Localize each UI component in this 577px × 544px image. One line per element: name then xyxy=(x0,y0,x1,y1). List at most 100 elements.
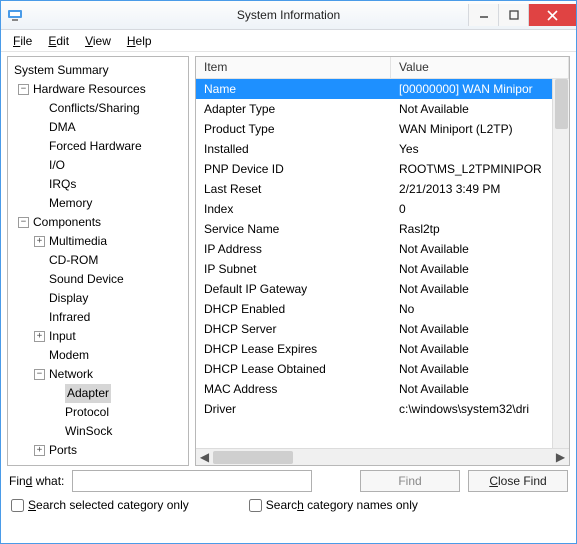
find-label: Find what: xyxy=(9,474,64,488)
list-row[interactable]: Product TypeWAN Miniport (L2TP) xyxy=(196,119,569,139)
tree-item-network[interactable]: −Network xyxy=(34,365,188,384)
scrollbar-thumb[interactable] xyxy=(555,79,568,129)
list-row[interactable]: Driverc:\windows\system32\dri xyxy=(196,399,569,419)
find-bar: Find what: Find Close Find Search select… xyxy=(1,466,576,518)
scrollbar-thumb[interactable] xyxy=(213,451,293,464)
tree-item-multimedia[interactable]: + Multimedia xyxy=(34,232,188,251)
tree-label: Input xyxy=(49,327,76,346)
vertical-scrollbar[interactable] xyxy=(552,79,569,448)
list-row[interactable]: MAC AddressNot Available xyxy=(196,379,569,399)
list-row[interactable]: InstalledYes xyxy=(196,139,569,159)
list-row[interactable]: Name[00000000] WAN Minipor xyxy=(196,79,569,99)
expand-icon[interactable]: + xyxy=(34,236,45,247)
tree-label: Ports xyxy=(49,441,77,460)
tree-item-hardware-resources[interactable]: − Hardware Resources xyxy=(14,80,188,99)
cell-value: WAN Miniport (L2TP) xyxy=(391,122,569,136)
tree-item-memory[interactable]: Memory xyxy=(34,194,188,213)
cell-value: Not Available xyxy=(391,382,569,396)
list-row[interactable]: DHCP ServerNot Available xyxy=(196,319,569,339)
cell-value: Rasl2tp xyxy=(391,222,569,236)
tree-item-display[interactable]: Display xyxy=(34,289,188,308)
list-row[interactable]: Last Reset2/21/2013 3:49 PM xyxy=(196,179,569,199)
cell-item: Index xyxy=(196,202,391,216)
list-row[interactable]: Default IP GatewayNot Available xyxy=(196,279,569,299)
checkbox-label: Search selected category only xyxy=(28,498,189,512)
cell-item: PNP Device ID xyxy=(196,162,391,176)
scrollbar-track[interactable] xyxy=(213,449,552,466)
tree-label: Components xyxy=(33,213,101,232)
tree-item-conflicts[interactable]: Conflicts/Sharing xyxy=(34,99,188,118)
tree-item-dma[interactable]: DMA xyxy=(34,118,188,137)
category-tree[interactable]: System Summary − Hardware Resources Conf… xyxy=(8,57,188,464)
tree-item-winsock[interactable]: WinSock xyxy=(50,422,188,441)
menu-edit[interactable]: Edit xyxy=(42,32,75,50)
list-row[interactable]: DHCP Lease ExpiresNot Available xyxy=(196,339,569,359)
close-find-button[interactable]: Close Find xyxy=(468,470,568,492)
list-row[interactable]: DHCP EnabledNo xyxy=(196,299,569,319)
horizontal-scrollbar[interactable]: ◀ ▶ xyxy=(196,448,569,465)
list-row[interactable]: IP SubnetNot Available xyxy=(196,259,569,279)
cell-item: IP Subnet xyxy=(196,262,391,276)
tree-item-sound[interactable]: Sound Device xyxy=(34,270,188,289)
menu-file[interactable]: File xyxy=(7,32,38,50)
tree-label: CD-ROM xyxy=(49,251,98,270)
maximize-button[interactable] xyxy=(498,4,528,26)
tree-item-modem[interactable]: Modem xyxy=(34,346,188,365)
cell-value: Not Available xyxy=(391,322,569,336)
collapse-icon[interactable]: − xyxy=(18,217,29,228)
tree-item-ports[interactable]: + Ports xyxy=(34,441,188,460)
list-row[interactable]: Service NameRasl2tp xyxy=(196,219,569,239)
tree-item-system-summary[interactable]: System Summary xyxy=(14,61,188,80)
tree-item-io[interactable]: I/O xyxy=(34,156,188,175)
cell-value: Not Available xyxy=(391,102,569,116)
find-button[interactable]: Find xyxy=(360,470,460,492)
list-row[interactable]: IP AddressNot Available xyxy=(196,239,569,259)
column-header-item[interactable]: Item xyxy=(196,57,391,78)
menubar: File Edit View Help xyxy=(1,30,576,52)
tree-item-protocol[interactable]: Protocol xyxy=(50,403,188,422)
tree-item-forced-hardware[interactable]: Forced Hardware xyxy=(34,137,188,156)
scroll-left-icon[interactable]: ◀ xyxy=(196,449,213,466)
column-header-value[interactable]: Value xyxy=(391,57,569,78)
list-row[interactable]: Adapter TypeNot Available xyxy=(196,99,569,119)
cell-value: Not Available xyxy=(391,242,569,256)
close-button[interactable] xyxy=(528,4,576,26)
tree-item-input[interactable]: + Input xyxy=(34,327,188,346)
list-row[interactable]: PNP Device IDROOT\MS_L2TPMINIPOR xyxy=(196,159,569,179)
tree-item-components[interactable]: − Components xyxy=(14,213,188,232)
minimize-button[interactable] xyxy=(468,4,498,26)
menu-view[interactable]: View xyxy=(79,32,117,50)
list-row[interactable]: DHCP Lease ObtainedNot Available xyxy=(196,359,569,379)
tree-item-irqs[interactable]: IRQs xyxy=(34,175,188,194)
tree-label: IRQs xyxy=(49,175,76,194)
collapse-icon[interactable]: − xyxy=(34,369,45,380)
collapse-icon[interactable]: − xyxy=(18,84,29,95)
titlebar: System Information xyxy=(1,1,576,30)
tree-item-infrared[interactable]: Infrared xyxy=(34,308,188,327)
tree-label: Multimedia xyxy=(49,232,107,251)
cell-item: DHCP Lease Expires xyxy=(196,342,391,356)
cell-item: Name xyxy=(196,82,391,96)
checkbox-input[interactable] xyxy=(249,499,262,512)
list-row[interactable]: Index0 xyxy=(196,199,569,219)
cell-item: DHCP Enabled xyxy=(196,302,391,316)
find-input[interactable] xyxy=(72,470,312,492)
cell-item: Adapter Type xyxy=(196,102,391,116)
expand-icon[interactable]: + xyxy=(34,331,45,342)
cell-item: Service Name xyxy=(196,222,391,236)
menu-help[interactable]: Help xyxy=(121,32,158,50)
tree-label: System Summary xyxy=(14,61,109,80)
checkbox-input[interactable] xyxy=(11,499,24,512)
checkbox-search-selected[interactable]: Search selected category only xyxy=(11,498,189,512)
tree-label: Infrared xyxy=(49,308,90,327)
app-icon xyxy=(7,7,23,23)
scroll-right-icon[interactable]: ▶ xyxy=(552,449,569,466)
expand-icon[interactable]: + xyxy=(34,445,45,456)
cell-item: IP Address xyxy=(196,242,391,256)
tree-item-cdrom[interactable]: CD-ROM xyxy=(34,251,188,270)
checkbox-search-names[interactable]: Search category names only xyxy=(249,498,418,512)
tree-label: Memory xyxy=(49,194,92,213)
list-body[interactable]: Name[00000000] WAN MiniporAdapter TypeNo… xyxy=(196,79,569,448)
cell-value: 2/21/2013 3:49 PM xyxy=(391,182,569,196)
tree-item-adapter[interactable]: Adapter xyxy=(50,384,188,403)
